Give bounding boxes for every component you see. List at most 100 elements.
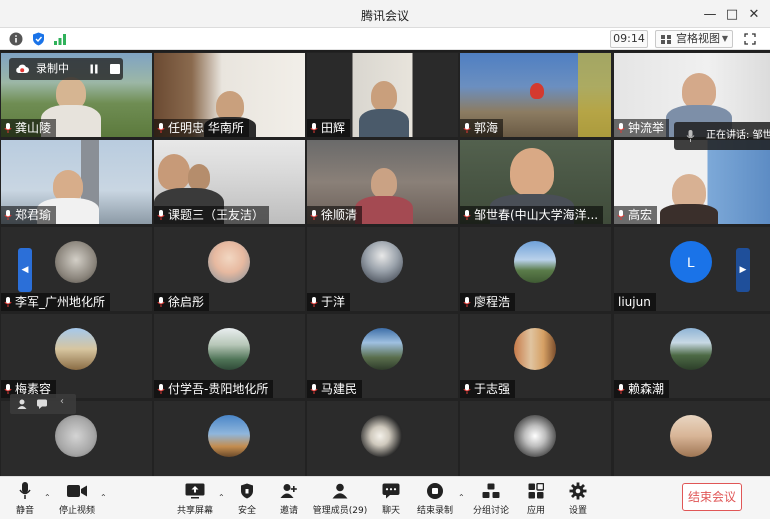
participant-name: 邹世春(中山大学海洋...	[460, 206, 604, 224]
mic-icon	[617, 123, 625, 133]
mic-icon	[463, 123, 471, 133]
view-mode-label: 宫格视图	[676, 32, 720, 45]
avatar-tile[interactable]: 赖森潮	[614, 314, 770, 398]
view-mode-dropdown[interactable]: 宫格视图 ▼	[655, 30, 733, 48]
avatar	[670, 328, 712, 370]
stop-recording-button[interactable]: 结束录制	[416, 481, 454, 516]
invite-button[interactable]: 邀请	[274, 481, 304, 516]
apps-icon	[528, 483, 544, 499]
avatar	[208, 241, 250, 283]
mic-icon	[157, 384, 165, 394]
mic-icon	[617, 210, 625, 220]
avatar	[361, 241, 403, 283]
avatar	[208, 328, 250, 370]
collapse-icon[interactable]: ‹	[60, 396, 64, 407]
end-meeting-button[interactable]: 结束会议	[682, 483, 742, 511]
video-tile[interactable]: 高宏	[614, 140, 770, 224]
mute-button[interactable]: 静音	[8, 481, 42, 516]
signal-icon[interactable]	[52, 31, 68, 47]
security-button[interactable]: 安全	[232, 481, 262, 516]
members-icon	[332, 483, 348, 499]
participant-name: 于志强	[460, 380, 516, 398]
video-tile[interactable]: 邹世春(中山大学海洋...	[460, 140, 611, 224]
participant-name: 郭海	[460, 119, 504, 137]
pause-icon[interactable]	[89, 64, 99, 74]
avatar	[361, 328, 403, 370]
avatar-tile[interactable]: 于志强	[460, 314, 611, 398]
add-user-icon	[280, 484, 297, 498]
participant-name: 廖程浩	[460, 293, 516, 311]
chevron-right-icon: ▶	[739, 265, 747, 275]
participant-name: 付学吾-贵阳地化所	[154, 380, 274, 398]
avatar-tile[interactable]: 付学吾-贵阳地化所	[154, 314, 305, 398]
avatar-tile[interactable]: 于洋	[307, 227, 458, 311]
title-bar: 腾讯会议 — □ ✕	[0, 0, 770, 28]
next-page-button[interactable]: ▶	[736, 248, 750, 292]
avatar-tile[interactable]	[154, 401, 305, 476]
settings-button[interactable]: 设置	[564, 481, 592, 516]
avatar-tile[interactable]	[614, 401, 770, 476]
share-screen-button[interactable]: 共享屏幕	[176, 481, 214, 516]
avatar-tile[interactable]: 梅素容	[1, 314, 152, 398]
participant-name: 徐顺清	[307, 206, 363, 224]
avatar-tile[interactable]: 马建民	[307, 314, 458, 398]
info-icon[interactable]	[8, 31, 24, 47]
video-tile[interactable]: 课题三（王友洁）	[154, 140, 305, 224]
mic-icon	[4, 123, 12, 133]
meeting-window: 腾讯会议 — □ ✕ 09:14 宫格视图 ▼ 龚山陵 任明忠 华南所 田辉 郭…	[0, 0, 770, 519]
floating-controls[interactable]: ‹	[10, 394, 76, 414]
user-icon	[17, 399, 27, 409]
video-tile[interactable]: 任明忠 华南所	[154, 53, 305, 137]
avatar-tile[interactable]: 廖程浩	[460, 227, 611, 311]
chevron-up-icon[interactable]: ⌃	[218, 493, 225, 502]
avatar-tile[interactable]	[307, 401, 458, 476]
recording-indicator[interactable]: 录制中	[9, 58, 123, 80]
avatar-tile[interactable]	[460, 401, 611, 476]
close-button[interactable]: ✕	[744, 4, 764, 24]
chat-bubble-icon	[37, 399, 47, 409]
shield-icon[interactable]	[30, 31, 46, 47]
grid-icon	[661, 35, 671, 44]
chevron-left-icon: ◀	[21, 265, 29, 275]
status-bar: 09:14 宫格视图 ▼	[0, 28, 770, 50]
breakout-icon	[482, 483, 500, 498]
apps-button[interactable]: 应用	[522, 481, 550, 516]
avatar	[514, 241, 556, 283]
chevron-up-icon[interactable]: ⌃	[458, 493, 465, 502]
participant-name: 徐启彤	[154, 293, 210, 311]
participant-name: liujun	[614, 293, 656, 311]
fullscreen-button[interactable]	[742, 31, 758, 47]
avatar	[55, 415, 97, 457]
microphone-icon	[19, 482, 31, 499]
participant-name: 于洋	[307, 293, 351, 311]
participant-name: 钟流举	[614, 119, 670, 137]
chevron-up-icon[interactable]: ⌃	[44, 493, 51, 502]
participant-name: 赖森潮	[614, 380, 670, 398]
avatar-tile[interactable]: 徐启彤	[154, 227, 305, 311]
mic-icon	[617, 384, 625, 394]
stop-recording-icon[interactable]	[110, 64, 120, 74]
share-screen-icon	[185, 483, 205, 499]
video-tile[interactable]: 田辉	[307, 53, 458, 137]
video-tile[interactable]: 徐顺清	[307, 140, 458, 224]
maximize-button[interactable]: □	[722, 4, 742, 24]
mic-icon	[157, 297, 165, 307]
chevron-up-icon[interactable]: ⌃	[100, 493, 107, 502]
mic-icon	[4, 297, 12, 307]
participant-name: 高宏	[614, 206, 658, 224]
mic-icon	[463, 384, 471, 394]
avatar	[55, 241, 97, 283]
avatar	[55, 328, 97, 370]
caret-down-icon: ▼	[721, 34, 728, 43]
video-tile[interactable]: 郭海	[460, 53, 611, 137]
stop-video-button[interactable]: 停止视频	[58, 481, 96, 516]
breakout-rooms-button[interactable]: 分组讨论	[472, 481, 510, 516]
bottom-toolbar: 静音 ⌃ 停止视频 ⌃ 共享屏幕 ⌃ 安全 邀请 管理成员(29) 聊天 结束录…	[0, 476, 770, 519]
chat-button[interactable]: 聊天	[376, 481, 406, 516]
prev-page-button[interactable]: ◀	[18, 248, 32, 292]
avatar	[670, 415, 712, 457]
video-tile[interactable]: 郑君瑜	[1, 140, 152, 224]
meeting-timer: 09:14	[610, 30, 648, 48]
manage-members-button[interactable]: 管理成员(29)	[312, 481, 368, 516]
minimize-button[interactable]: —	[700, 4, 720, 24]
